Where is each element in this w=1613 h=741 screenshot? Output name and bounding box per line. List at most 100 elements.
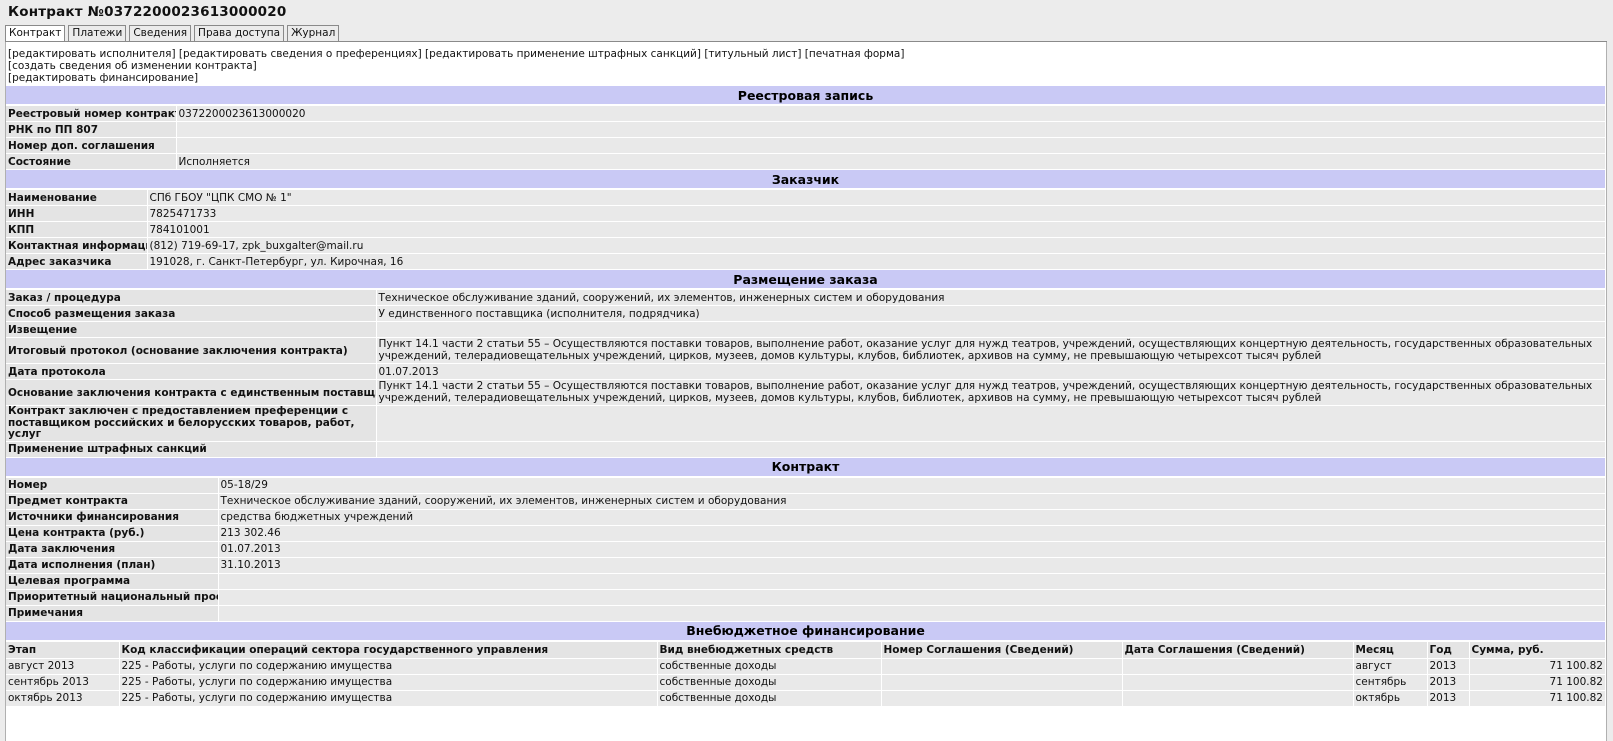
create-change-link[interactable]: [создать сведения об изменении контракта…	[8, 60, 257, 72]
row-value: У единственного поставщика (исполнителя,…	[376, 305, 1606, 322]
table-row: Цена контракта (руб.) 213 302.46	[6, 525, 1606, 542]
row-value	[176, 121, 1606, 138]
row-value: 213 302.46	[218, 525, 1606, 542]
title-page-link[interactable]: [титульный лист]	[704, 48, 801, 60]
table-row: август 2013 225 - Работы, услуги по соде…	[6, 658, 1606, 675]
table-row: Целевая программа	[6, 573, 1606, 590]
financing-column-headers: Этап Код классификации операций сектора …	[6, 640, 1606, 659]
cell: сентябрь	[1353, 674, 1428, 691]
row-label: Применение штрафных санкций	[6, 441, 377, 458]
tab-info[interactable]: Сведения	[129, 25, 192, 42]
row-value: 0372200023613000020	[176, 105, 1606, 122]
row-value: 05-18/29	[218, 476, 1606, 494]
column-header: Этап	[6, 640, 120, 659]
table-row: Номер 05-18/29	[6, 476, 1606, 494]
table-row: Извещение	[6, 321, 1606, 338]
row-value	[176, 137, 1606, 154]
edit-executor-link[interactable]: [редактировать исполнителя]	[8, 48, 176, 60]
row-value: 01.07.2013	[218, 541, 1606, 558]
row-label: Дата протокола	[6, 363, 377, 380]
row-value	[218, 589, 1606, 606]
row-label: Целевая программа	[6, 573, 219, 590]
cell: собственные доходы	[657, 674, 882, 691]
cell	[881, 658, 1123, 675]
row-label: Дата исполнения (план)	[6, 557, 219, 574]
row-label: Реестровый номер контракта	[6, 105, 177, 122]
column-header: Дата Соглашения (Сведений)	[1122, 640, 1354, 659]
table-row: Итоговый протокол (основание заключения …	[6, 337, 1606, 364]
table-row: Заказ / процедура Техническое обслуживани…	[6, 289, 1606, 306]
cell: сентябрь 2013	[6, 674, 120, 691]
table-row: Примечания	[6, 605, 1606, 622]
row-label: Дата заключения	[6, 541, 219, 558]
table-row: Реестровый номер контракта 03722000236130…	[6, 105, 1606, 122]
table-row: Контракт заключен с предоставлением преф…	[6, 405, 1606, 442]
financing-table: Внебюджетное финансирование Этап Код кла…	[6, 621, 1606, 707]
column-header: Код классификации операций сектора госуд…	[119, 640, 658, 659]
cell: 225 - Работы, услуги по содержанию имуще…	[119, 690, 658, 707]
row-value	[218, 573, 1606, 590]
row-label: Заказ / процедура	[6, 289, 377, 306]
table-row: Наименование СПб ГБОУ "ЦПК СМО № 1"	[6, 189, 1606, 206]
row-label: Номер	[6, 476, 219, 494]
edit-financing-link[interactable]: [редактировать финансирование]	[8, 72, 198, 84]
table-row: Источники финансирования средства бюджетн…	[6, 509, 1606, 526]
row-label: Цена контракта (руб.)	[6, 525, 219, 542]
table-row: Применение штрафных санкций	[6, 441, 1606, 458]
cell	[1122, 674, 1354, 691]
row-value: 7825471733	[147, 205, 1606, 222]
table-row: РНК по ПП 807	[6, 121, 1606, 138]
row-value	[376, 405, 1606, 442]
row-label: Примечания	[6, 605, 219, 622]
row-value	[218, 605, 1606, 622]
column-header: Год	[1427, 640, 1470, 659]
cell: 71 100.82	[1469, 690, 1606, 707]
print-form-link[interactable]: [печатная форма]	[805, 48, 905, 60]
table-row: Дата протокола 01.07.2013	[6, 363, 1606, 380]
row-value: (812) 719-69-17, zpk_buxgalter@mail.ru	[147, 237, 1606, 254]
row-value: Пункт 14.1 части 2 статьи 55 – Осуществл…	[376, 379, 1606, 406]
tab-log[interactable]: Журнал	[287, 25, 340, 42]
row-label: Предмет контракта	[6, 493, 219, 510]
table-row: Приоритетный национальный проект	[6, 589, 1606, 606]
cell: 2013	[1427, 674, 1470, 691]
table-row: Предмет контракта Техническое обслуживани…	[6, 493, 1606, 510]
cell: 71 100.82	[1469, 658, 1606, 675]
cell: 225 - Работы, услуги по содержанию имуще…	[119, 658, 658, 675]
row-label: Источники финансирования	[6, 509, 219, 526]
table-row: сентябрь 2013 225 - Работы, услуги по со…	[6, 674, 1606, 691]
cell: октябрь 2013	[6, 690, 120, 707]
edit-preferences-link[interactable]: [редактировать сведения о преференциях]	[179, 48, 422, 60]
row-value: Пункт 14.1 части 2 статьи 55 – Осуществл…	[376, 337, 1606, 364]
row-label: Состояние	[6, 153, 177, 170]
customer-table: Заказчик Наименование СПб ГБОУ "ЦПК СМО №…	[6, 170, 1606, 270]
row-label: Номер доп. соглашения	[6, 137, 177, 154]
registry-table: Реестровая запись Реестровый номер контр…	[6, 86, 1606, 170]
row-label: КПП	[6, 221, 148, 238]
row-label: Приоритетный национальный проект	[6, 589, 219, 606]
cell	[1122, 690, 1354, 707]
row-label: Итоговый протокол (основание заключения …	[6, 337, 377, 364]
cell: собственные доходы	[657, 658, 882, 675]
row-value	[376, 321, 1606, 338]
table-row: КПП 784101001	[6, 221, 1606, 238]
edit-penalties-link[interactable]: [редактировать применение штрафных санкц…	[425, 48, 701, 60]
row-label: Основание заключения контракта с единств…	[6, 379, 377, 406]
contract-table: Контракт Номер 05-18/29 Предмет контракта…	[6, 457, 1606, 622]
page-title: Контракт №0372200023613000020	[8, 4, 287, 20]
row-label: ИНН	[6, 205, 148, 222]
table-row: Адрес заказчика 191028, г. Санкт-Петербур…	[6, 253, 1606, 270]
tab-bar: Контракт Платежи Сведения Права доступа …	[5, 25, 340, 43]
tab-payments[interactable]: Платежи	[68, 25, 127, 42]
row-value	[376, 441, 1606, 458]
row-value: СПб ГБОУ "ЦПК СМО № 1"	[147, 189, 1606, 206]
row-value: Исполняется	[176, 153, 1606, 170]
column-header: Вид внебюджетных средств	[657, 640, 882, 659]
row-label: Контактная информация	[6, 237, 148, 254]
table-row: Номер доп. соглашения	[6, 137, 1606, 154]
tab-access-rights[interactable]: Права доступа	[194, 25, 285, 42]
row-label: РНК по ПП 807	[6, 121, 177, 138]
row-label: Способ размещения заказа	[6, 305, 377, 322]
cell	[881, 690, 1123, 707]
row-label: Извещение	[6, 321, 377, 338]
